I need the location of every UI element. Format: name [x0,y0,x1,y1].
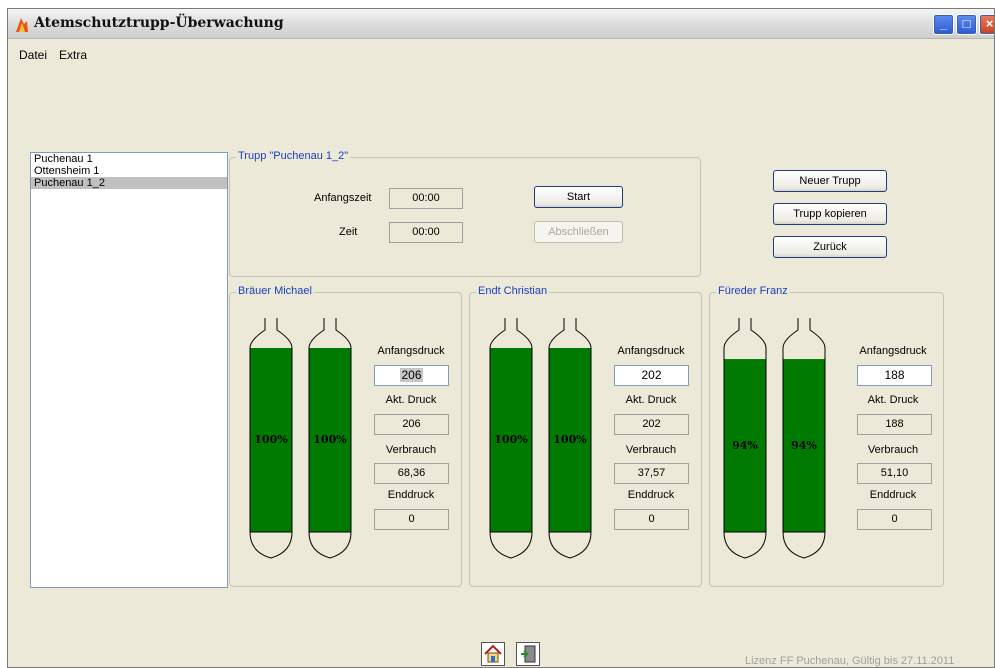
verbrauch-label: Verbrauch [625,444,677,456]
cylinder-percent-label: 100% [553,433,587,446]
cylinder-graphic [308,318,352,559]
verbrauch-field: 37,57 [614,463,689,484]
anfangsdruck-input[interactable]: 202 [614,365,689,386]
anfangsdruck-input[interactable]: 188 [857,365,932,386]
menu-extra[interactable]: Extra [59,48,87,62]
air-tank-left: 100% [249,316,293,576]
maximize-button[interactable]: □ [956,14,977,35]
trupp-group: Trupp "Puchenau 1_2" Anfangszeit 00:00 Z… [229,150,701,277]
akt-druck-field: 202 [614,414,689,435]
trupp-list[interactable]: Puchenau 1 Ottensheim 1 Puchenau 1_2 [30,152,228,588]
cylinder-percent-label: 100% [313,433,347,446]
verbrauch-label: Verbrauch [867,444,919,456]
start-button[interactable]: Start [534,186,623,208]
air-tank-left: 100% [489,316,533,576]
verbrauch-field: 51,10 [857,463,932,484]
enddruck-label: Enddruck [387,489,435,501]
enddruck-label: Enddruck [627,489,675,501]
close-button[interactable]: × [979,14,994,35]
akt-druck-field: 206 [374,414,449,435]
cylinder-graphic [249,318,293,559]
abschliessen-button[interactable]: Abschließen [534,221,623,243]
enddruck-label: Enddruck [869,489,917,501]
anfangsdruck-input[interactable]: 206 [374,365,449,386]
enddruck-field: 0 [614,509,689,530]
zeit-field: 00:00 [389,222,463,243]
cylinder-percent-label: 100% [254,433,288,446]
cylinder-graphic [489,318,533,559]
app-window: Atemschutztrupp-Überwachung _ □ × Datei … [7,8,995,668]
member-group-3: Füreder Franz 94% 94% Anfangsdruck 188 A… [709,285,944,587]
enddruck-field: 0 [857,509,932,530]
member-name: Füreder Franz [716,285,790,297]
anfangsdruck-value: 206 [400,368,423,382]
verbrauch-field: 68,36 [374,463,449,484]
menu-datei[interactable]: Datei [19,48,47,62]
license-status: Lizenz FF Puchenau, Gültig bis 27.11.201… [745,655,955,667]
air-tank-left: 94% [723,316,767,576]
app-flame-icon [16,18,28,32]
trupp-kopieren-button[interactable]: Trupp kopieren [773,203,887,225]
verbrauch-label: Verbrauch [385,444,437,456]
title-bar[interactable]: Atemschutztrupp-Überwachung _ □ × [8,9,994,39]
member-group-1: Bräuer Michael 100% 100% Anfangsdruck 20… [229,285,462,587]
cylinder-percent-label: 94% [732,438,758,452]
zurueck-button[interactable]: Zurück [773,236,887,258]
minimize-button[interactable]: _ [933,14,954,35]
member-name: Endt Christian [476,285,550,297]
cylinder-percent-label: 100% [494,433,528,446]
anfangsdruck-label: Anfangsdruck [859,345,927,357]
window-title: Atemschutztrupp-Überwachung [34,15,284,31]
air-tank-right: 100% [308,316,352,576]
list-item-selected[interactable]: Puchenau 1_2 [31,177,227,189]
list-item[interactable]: Ottensheim 1 [31,165,227,177]
anfangsdruck-label: Anfangsdruck [617,345,685,357]
member-group-2: Endt Christian 100% 100% Anfangsdruck 20… [469,285,702,587]
exit-door-icon [521,645,536,663]
enddruck-field: 0 [374,509,449,530]
air-tank-right: 94% [782,316,826,576]
cylinder-graphic [548,318,592,559]
home-icon [484,644,502,663]
neuer-trupp-button[interactable]: Neuer Trupp [773,170,887,192]
exit-button[interactable] [516,642,540,666]
member-name: Bräuer Michael [236,285,314,297]
cylinder-percent-label: 94% [791,438,817,452]
anfangszeit-field: 00:00 [389,188,463,209]
zeit-label: Zeit [339,226,358,238]
akt-druck-label: Akt. Druck [385,394,437,406]
list-item[interactable]: Puchenau 1 [31,153,227,165]
anfangsdruck-label: Anfangsdruck [377,345,445,357]
akt-druck-label: Akt. Druck [625,394,677,406]
akt-druck-label: Akt. Druck [867,394,919,406]
trupp-group-title: Trupp "Puchenau 1_2" [236,150,351,162]
air-tank-right: 100% [548,316,592,576]
akt-druck-field: 188 [857,414,932,435]
home-button[interactable] [481,642,505,666]
anfangszeit-label: Anfangszeit [314,192,372,204]
